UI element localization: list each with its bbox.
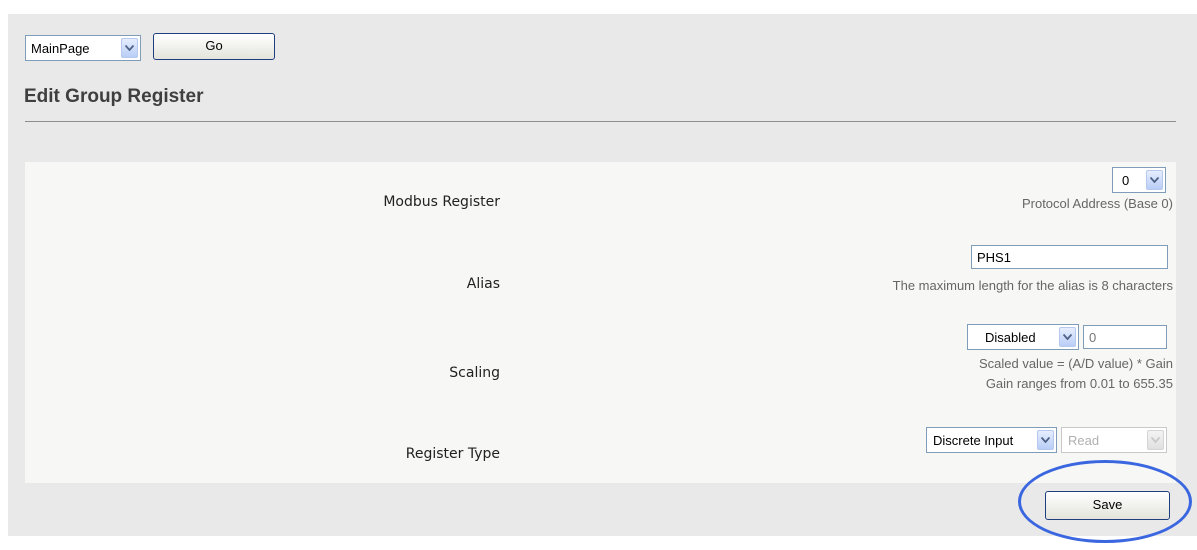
register-access-value: Read: [1068, 433, 1100, 448]
go-button[interactable]: Go: [153, 33, 275, 60]
register-type-row: Register Type Discrete Input Read: [25, 426, 1176, 466]
modbus-register-label: Modbus Register: [383, 194, 500, 210]
alias-hint: The maximum length for the alias is 8 ch…: [892, 278, 1173, 293]
chevron-down-icon[interactable]: [121, 38, 138, 58]
scaling-hint-line2: Gain ranges from 0.01 to 655.35: [985, 376, 1173, 391]
register-type-select[interactable]: Discrete Input: [926, 427, 1057, 453]
modbus-register-hint: Protocol Address (Base 0): [1021, 196, 1173, 211]
register-access-select[interactable]: Read: [1061, 427, 1167, 453]
title-divider: [25, 121, 1176, 122]
chevron-down-icon[interactable]: [1147, 430, 1164, 450]
scaling-label: Scaling: [449, 365, 500, 381]
scaling-gain-input[interactable]: [1083, 325, 1167, 349]
modbus-register-value: 0: [1122, 173, 1130, 188]
chevron-down-icon[interactable]: [1059, 327, 1076, 347]
chevron-down-icon[interactable]: [1037, 430, 1054, 450]
register-type-value: Discrete Input: [933, 433, 1014, 448]
scaling-mode-value: Disabled: [985, 330, 1036, 345]
alias-label: Alias: [466, 276, 500, 292]
modbus-register-select[interactable]: 0: [1112, 167, 1166, 193]
save-button[interactable]: Save: [1045, 491, 1170, 520]
modbus-register-row: Modbus Register 0 Protocol Address (Base…: [25, 162, 1176, 222]
alias-row: Alias The maximum length for the alias i…: [25, 240, 1176, 300]
register-type-label: Register Type: [405, 446, 500, 462]
page-select-value: MainPage: [31, 41, 90, 56]
alias-input[interactable]: [971, 245, 1168, 269]
edit-register-form: Modbus Register 0 Protocol Address (Base…: [25, 162, 1176, 483]
page-select-dropdown[interactable]: MainPage: [25, 35, 141, 61]
scaling-row: Scaling Disabled Scaled value = (A/D val…: [25, 322, 1176, 402]
scaling-hint-line1: Scaled value = (A/D value) * Gain: [978, 356, 1173, 371]
chevron-down-icon[interactable]: [1146, 170, 1163, 190]
scaling-mode-select[interactable]: Disabled: [967, 324, 1079, 350]
page-title: Edit Group Register: [24, 86, 204, 107]
